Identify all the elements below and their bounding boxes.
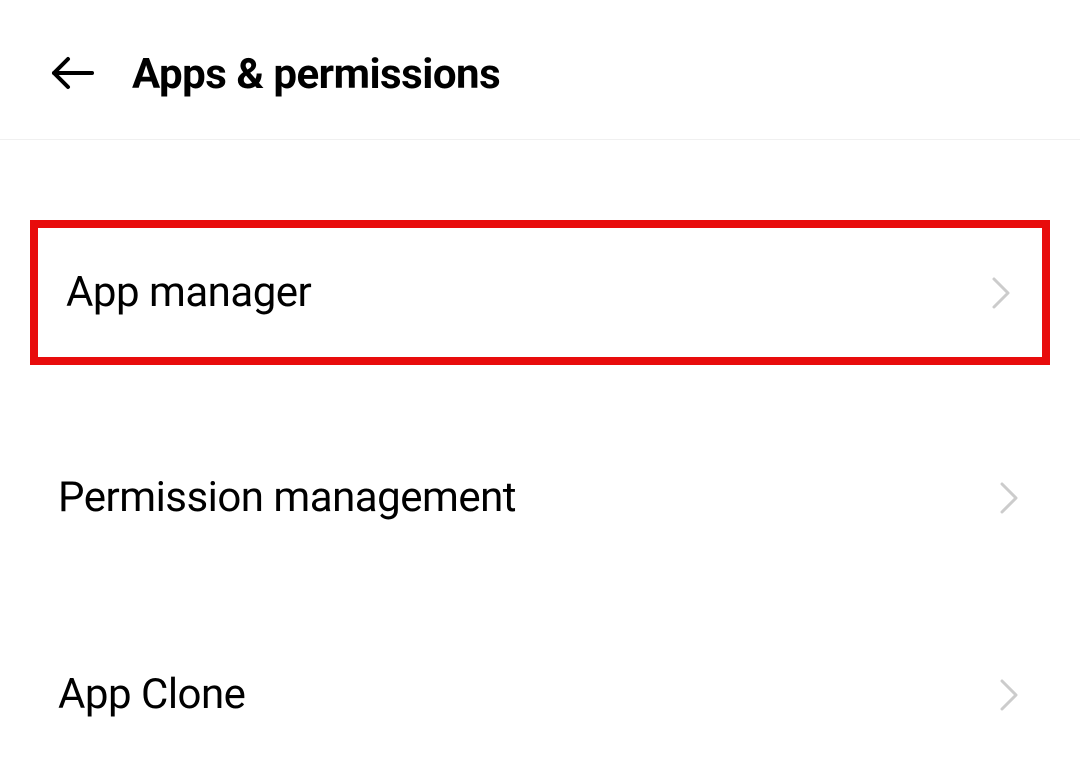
menu-item-label: Permission management: [58, 473, 516, 522]
header: Apps & permissions: [0, 0, 1080, 140]
chevron-right-icon: [996, 675, 1022, 715]
spacer: [0, 365, 1080, 433]
menu-item-permission-management[interactable]: Permission management: [0, 433, 1080, 562]
arrow-left-icon: [50, 55, 94, 95]
menu-item-app-clone[interactable]: App Clone: [0, 630, 1080, 759]
menu-item-app-manager[interactable]: App manager: [30, 220, 1050, 365]
back-button[interactable]: [50, 55, 104, 95]
chevron-right-icon: [988, 273, 1014, 313]
menu-item-label: App Clone: [58, 670, 245, 719]
chevron-right-icon: [996, 478, 1022, 518]
menu-item-label: App manager: [66, 268, 311, 317]
menu-list: App manager Permission management App Cl…: [0, 140, 1080, 759]
spacer: [0, 562, 1080, 630]
page-title: Apps & permissions: [132, 50, 500, 99]
